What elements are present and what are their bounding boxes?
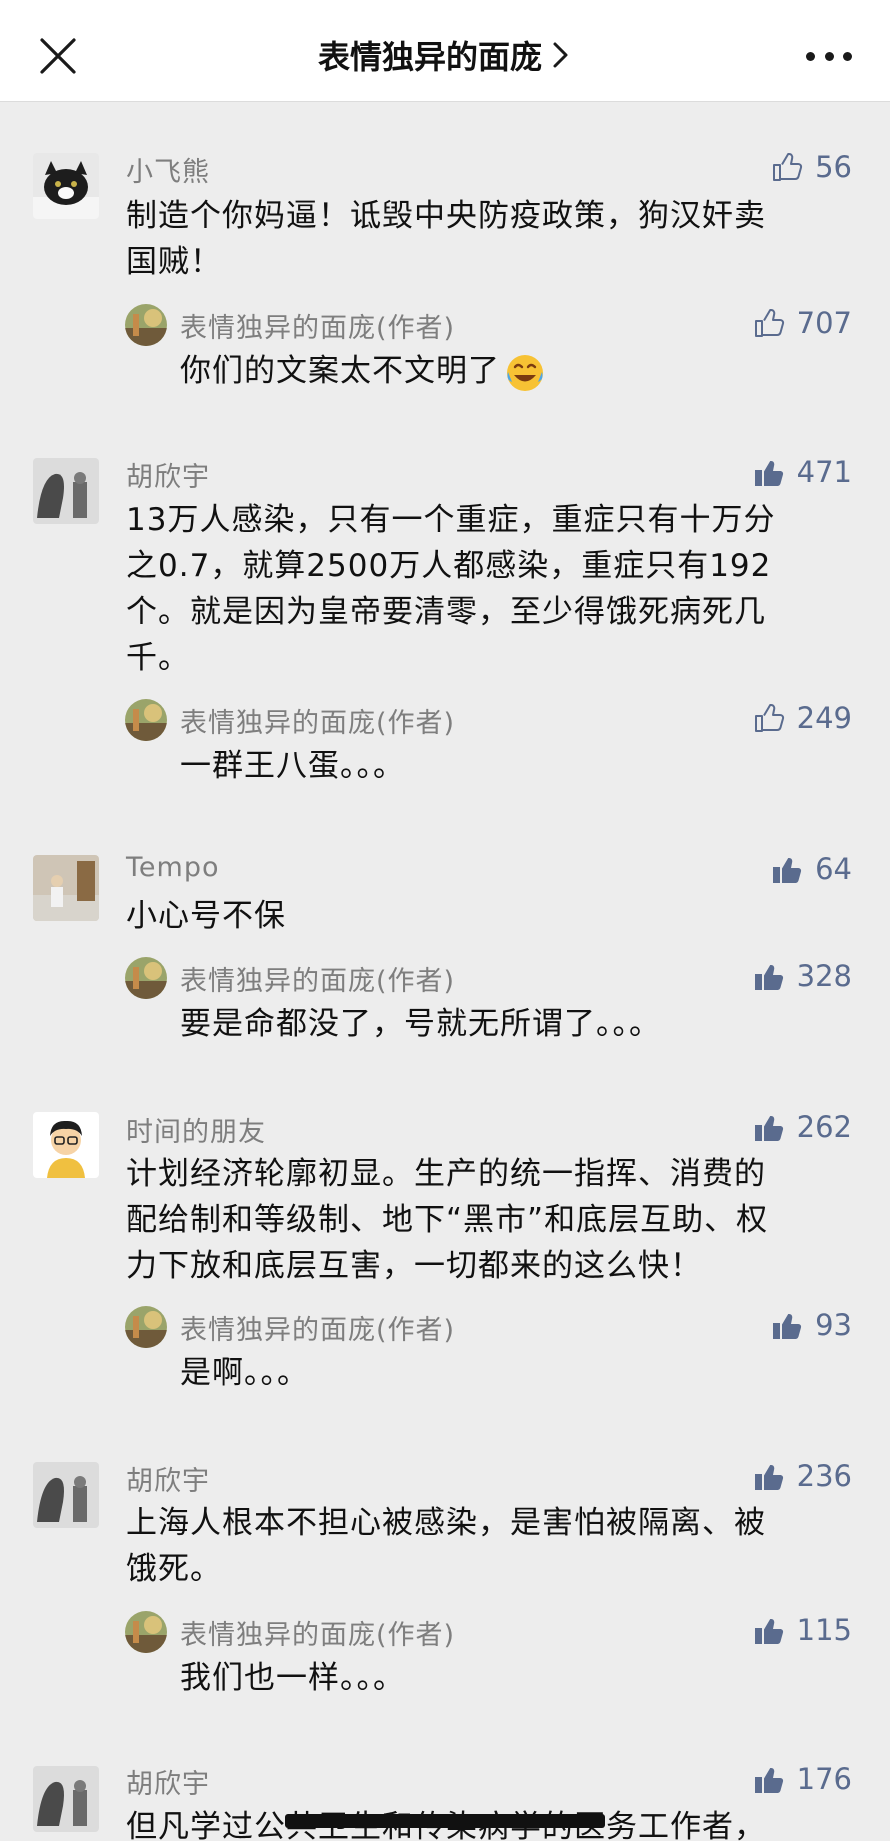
reply-text: 一群王八蛋。。。 bbox=[180, 748, 405, 784]
author-avatar[interactable] bbox=[125, 699, 167, 741]
thumbs-up-filled-icon bbox=[754, 965, 783, 990]
reply-text: 要是命都没了，号就无所谓了。。。 bbox=[180, 1006, 661, 1042]
reply-text: 我们也一样。。。 bbox=[180, 1660, 405, 1696]
more-icon[interactable] bbox=[806, 44, 852, 68]
author-name[interactable]: 表情独异的面庞(作者) bbox=[180, 959, 455, 998]
chevron-right-icon bbox=[553, 42, 568, 68]
comment-text: 计划经济轮廓初显。生产的统一指挥、消费的 配给制和等级制、地下“黑市”和底层互助、… bbox=[126, 1156, 769, 1284]
thumbs-up-outline-icon bbox=[754, 704, 784, 732]
avatar[interactable] bbox=[33, 1112, 99, 1178]
comment-text: 13万人感染，只有一个重症，重症只有十万分 之0.7，就算2500万人都感染，重症… bbox=[126, 502, 776, 676]
thumbs-up-filled-icon bbox=[754, 1619, 783, 1644]
commenter-name[interactable]: 胡欣宇 bbox=[126, 455, 210, 494]
like-count: 249 bbox=[796, 701, 852, 735]
like-count: 56 bbox=[815, 150, 852, 184]
thumbs-up-filled-icon bbox=[754, 1465, 783, 1490]
like-button[interactable]: 236 bbox=[753, 1459, 852, 1493]
like-count: 236 bbox=[796, 1459, 852, 1493]
like-count: 707 bbox=[796, 306, 852, 340]
title-link[interactable]: 表情独异的面庞 bbox=[0, 30, 890, 80]
commenter-name[interactable]: Tempo bbox=[126, 852, 219, 883]
avatar[interactable] bbox=[33, 153, 99, 219]
like-count: 64 bbox=[815, 852, 852, 886]
author-name[interactable]: 表情独异的面庞(作者) bbox=[180, 701, 455, 740]
like-button[interactable]: 176 bbox=[753, 1762, 852, 1796]
comment-text: 小心号不保 bbox=[126, 898, 286, 934]
like-count: 115 bbox=[796, 1613, 852, 1647]
top-bar: 表情独异的面庞 bbox=[0, 0, 890, 102]
reply-text: 是啊。。。 bbox=[180, 1355, 309, 1391]
avatar[interactable] bbox=[33, 1766, 99, 1832]
comment-text: 制造个你妈逼！诋毁中央防疫政策，狗汉奸卖 国贼！ bbox=[126, 198, 766, 280]
thumbs-up-filled-icon bbox=[754, 1768, 783, 1793]
author-avatar[interactable] bbox=[125, 1306, 167, 1348]
like-button[interactable]: 328 bbox=[753, 959, 852, 993]
like-count: 471 bbox=[796, 455, 852, 489]
avatar[interactable] bbox=[33, 458, 99, 524]
commenter-name[interactable]: 胡欣宇 bbox=[126, 1762, 210, 1801]
thumbs-up-filled-icon bbox=[773, 858, 802, 883]
like-button[interactable]: 93 bbox=[771, 1308, 852, 1342]
laughing-crying-emoji-icon bbox=[507, 354, 543, 391]
author-avatar[interactable] bbox=[125, 957, 167, 999]
thumbs-up-outline-icon bbox=[773, 153, 803, 181]
like-button[interactable]: 115 bbox=[753, 1613, 852, 1647]
like-button[interactable]: 471 bbox=[753, 455, 852, 489]
thumbs-up-outline-icon bbox=[754, 309, 784, 337]
like-count: 93 bbox=[815, 1308, 852, 1342]
like-count: 262 bbox=[796, 1110, 852, 1144]
avatar[interactable] bbox=[33, 1462, 99, 1528]
author-avatar[interactable] bbox=[125, 304, 167, 346]
author-name[interactable]: 表情独异的面庞(作者) bbox=[180, 306, 455, 345]
redaction-bar bbox=[285, 1814, 605, 1828]
like-count: 176 bbox=[796, 1762, 852, 1796]
thumbs-up-filled-icon bbox=[754, 461, 783, 486]
like-count: 328 bbox=[796, 959, 852, 993]
thumbs-up-filled-icon bbox=[773, 1314, 802, 1339]
like-button[interactable]: 262 bbox=[753, 1110, 852, 1144]
avatar[interactable] bbox=[33, 855, 99, 921]
commenter-name[interactable]: 时间的朋友 bbox=[126, 1110, 266, 1149]
thumbs-up-filled-icon bbox=[754, 1116, 783, 1141]
like-button[interactable]: 64 bbox=[771, 852, 852, 886]
author-avatar[interactable] bbox=[125, 1611, 167, 1653]
comment-text: 上海人根本不担心被感染，是害怕被隔离、被 饿死。 bbox=[126, 1505, 766, 1587]
page-title: 表情独异的面庞 bbox=[317, 38, 542, 76]
author-name[interactable]: 表情独异的面庞(作者) bbox=[180, 1613, 455, 1652]
like-button[interactable]: 249 bbox=[753, 701, 852, 735]
author-name[interactable]: 表情独异的面庞(作者) bbox=[180, 1308, 455, 1347]
like-button[interactable]: 707 bbox=[753, 306, 852, 340]
reply-text: 你们的文案太不文明了 bbox=[180, 348, 840, 394]
commenter-name[interactable]: 胡欣宇 bbox=[126, 1459, 210, 1498]
commenter-name[interactable]: 小飞熊 bbox=[126, 150, 210, 189]
like-button[interactable]: 56 bbox=[771, 150, 852, 184]
